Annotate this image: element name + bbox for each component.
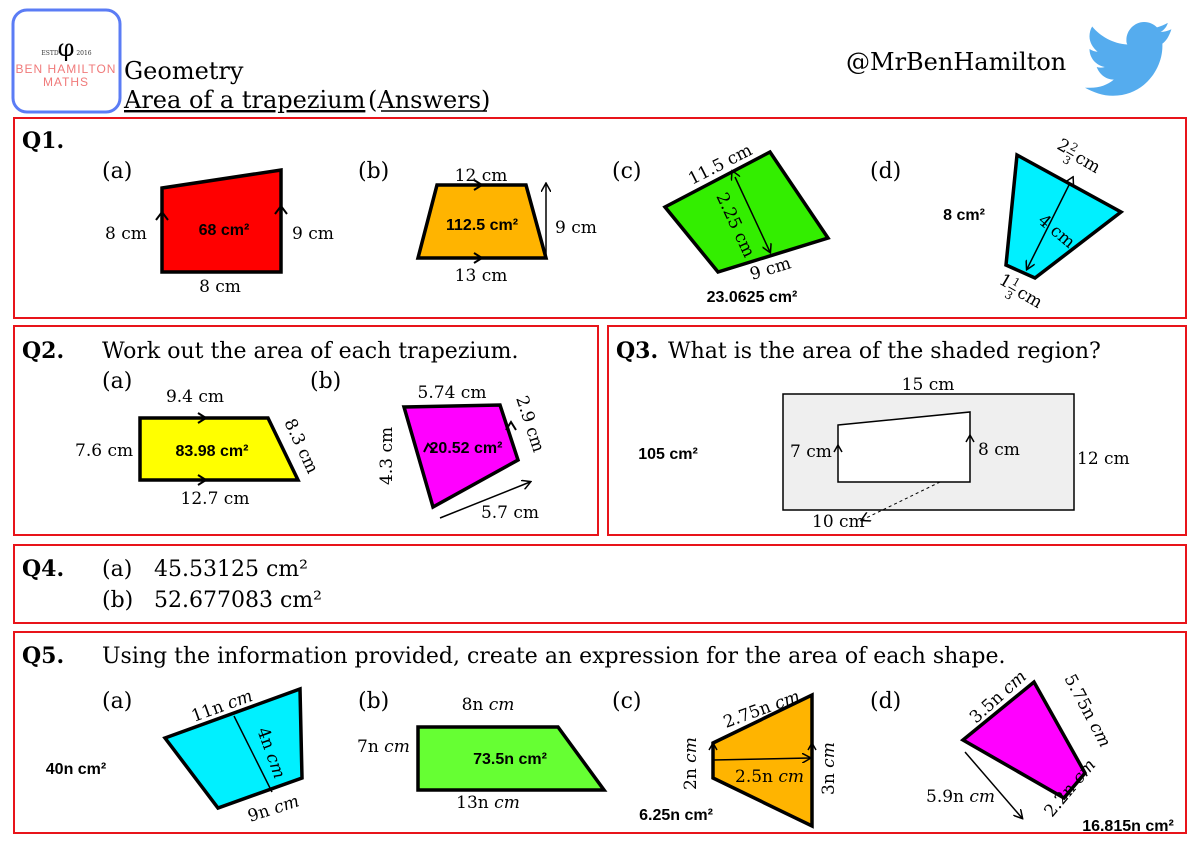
q2-prompt: Work out the area of each trapezium.	[102, 339, 518, 364]
q1b-part: (b)	[358, 159, 389, 184]
q2b-top-label: 5.74 cm	[418, 383, 487, 403]
q5b-bottom-unit: cm	[494, 793, 520, 813]
q5a-bottom-value: 9n	[245, 801, 272, 827]
q2b-bottom-label: 5.7 cm	[481, 503, 539, 523]
q1d-part: (d)	[870, 159, 901, 184]
q5c-right-value: 3n	[819, 773, 839, 795]
q2b-answer: 20.52 cm²	[430, 440, 503, 457]
worksheet: φ ESTD 2016 BEN HAMILTON MATHS Geometry …	[11, 8, 1187, 835]
q5b-left-value: 7n	[357, 737, 379, 757]
page-subtitle: Area of a trapezium	[123, 86, 366, 114]
twitter-bird-icon[interactable]	[1085, 22, 1172, 96]
q3-inner-left-label: 7 cm	[790, 442, 832, 462]
q1d-top-label: 2 2 3 cm	[1054, 135, 1104, 178]
q3-inner-right-label: 8 cm	[978, 440, 1020, 460]
q5d-part: (d)	[870, 689, 901, 714]
twitter-handle[interactable]: @MrBenHamilton	[846, 48, 1066, 76]
q2-label: Q2.	[22, 338, 64, 364]
q5b-left-label: 7n cm	[357, 737, 410, 757]
q5b-bottom-label: 13n cm	[456, 793, 520, 813]
q1b-top-label: 12 cm	[455, 166, 508, 186]
q5c-mid-unit: cm	[778, 767, 804, 787]
q2b-part: (b)	[310, 369, 341, 394]
q1a-part: (a)	[102, 159, 132, 184]
logo-line2: MATHS	[43, 75, 89, 89]
q5d-left-value: 5.9n	[926, 787, 964, 807]
q5c-right-unit: cm	[819, 742, 839, 768]
q1d-trapezium	[1004, 152, 1125, 281]
topic-title: Geometry	[124, 57, 244, 85]
q5a-part: (a)	[102, 689, 132, 714]
q5b-left-unit: cm	[384, 737, 410, 757]
q5c-part: (c)	[612, 689, 642, 714]
q1b-answer: 112.5 cm²	[446, 217, 518, 234]
logo-estd: ESTD	[41, 50, 58, 57]
q2b-left-label: 4.3 cm	[377, 427, 397, 485]
q2a-part: (a)	[102, 369, 132, 394]
q1c-part: (c)	[612, 159, 642, 184]
q5c-left-unit: cm	[681, 737, 701, 763]
q5c-mid-label: 2.5n cm	[735, 767, 804, 787]
q5c-answer: 6.25n cm²	[639, 807, 713, 824]
q4a-answer: 45.53125 cm²	[154, 557, 308, 582]
q5a-answer: 40n cm²	[46, 761, 106, 778]
svg-text:3n cm: 3n cm	[819, 742, 839, 795]
q2a-answer: 83.98 cm²	[176, 443, 249, 460]
q1a-right-label: 9 cm	[292, 224, 334, 244]
q5d-right-value: 5.75n	[1060, 671, 1101, 724]
q1b-height-label: 9 cm	[555, 218, 597, 238]
q5a-bottom-unit: cm	[271, 791, 302, 818]
q5b-part: (b)	[358, 689, 389, 714]
q2a-left-label: 7.6 cm	[75, 441, 133, 461]
q1d-top-unit: cm	[1072, 148, 1104, 178]
logo-line1: BEN HAMILTON	[16, 62, 117, 76]
q3-prompt: What is the area of the shaded region?	[668, 339, 1101, 364]
q2b-trapezium	[401, 403, 530, 519]
q4b-part: (b)	[102, 588, 133, 613]
q5d-answer: 16.815n cm²	[1082, 818, 1174, 835]
q1c-answer: 23.0625 cm²	[707, 289, 798, 306]
q5-prompt: Using the information provided, create a…	[102, 644, 1006, 669]
q1d-answer: 8 cm²	[943, 207, 985, 224]
q5d-right-unit: cm	[1085, 719, 1115, 751]
q5b-top-value: 8n	[462, 695, 484, 715]
q3-answer: 105 cm²	[638, 446, 698, 463]
q1a-left-label: 8 cm	[105, 224, 147, 244]
q5c-right-label: 3n cm	[819, 742, 839, 795]
q4b-answer: 52.677083̇ cm²	[154, 588, 322, 613]
q5b-top-unit: cm	[489, 695, 515, 715]
q5c-left-value: 2n	[681, 768, 701, 790]
svg-text:2n cm: 2n cm	[681, 737, 701, 790]
q5b-top-label: 8n cm	[462, 695, 515, 715]
q3-label: Q3.	[616, 338, 658, 364]
q5d-left-label: 5.9n cm	[926, 787, 995, 807]
q1b-bottom-label: 13 cm	[455, 266, 508, 286]
q3-outer-width-label: 15 cm	[902, 375, 955, 395]
q5c-mid-value: 2.5n	[735, 767, 773, 787]
q1d-bottom-unit: cm	[1014, 283, 1046, 313]
q2a-top-label: 9.4 cm	[166, 387, 224, 407]
logo-year: 2016	[76, 50, 91, 57]
q1-label: Q1.	[22, 128, 64, 154]
logo: φ ESTD 2016 BEN HAMILTON MATHS	[11, 8, 122, 114]
q5d-left-unit: cm	[969, 787, 995, 807]
q4-label: Q4.	[22, 556, 64, 582]
q1a-bottom-label: 8 cm	[199, 277, 241, 297]
q2b-right-label: 2.9 cm	[511, 393, 548, 454]
q1a-answer: 68 cm²	[199, 222, 250, 239]
q5c-left-label: 2n cm	[681, 737, 701, 790]
phi-symbol: φ	[58, 34, 75, 62]
q5-label: Q5.	[22, 643, 64, 669]
q2a-bottom-label: 12.7 cm	[181, 489, 250, 509]
answers-label: (Answers)	[368, 86, 490, 114]
q4a-part: (a)	[102, 557, 132, 582]
q3-outer-height-label: 12 cm	[1077, 449, 1130, 469]
q5b-bottom-value: 13n	[456, 793, 489, 813]
q3-inner-width-label: 10 cm	[812, 512, 865, 532]
q1a-trapezium	[155, 167, 288, 274]
q5b-answer: 73.5n cm²	[473, 751, 547, 768]
